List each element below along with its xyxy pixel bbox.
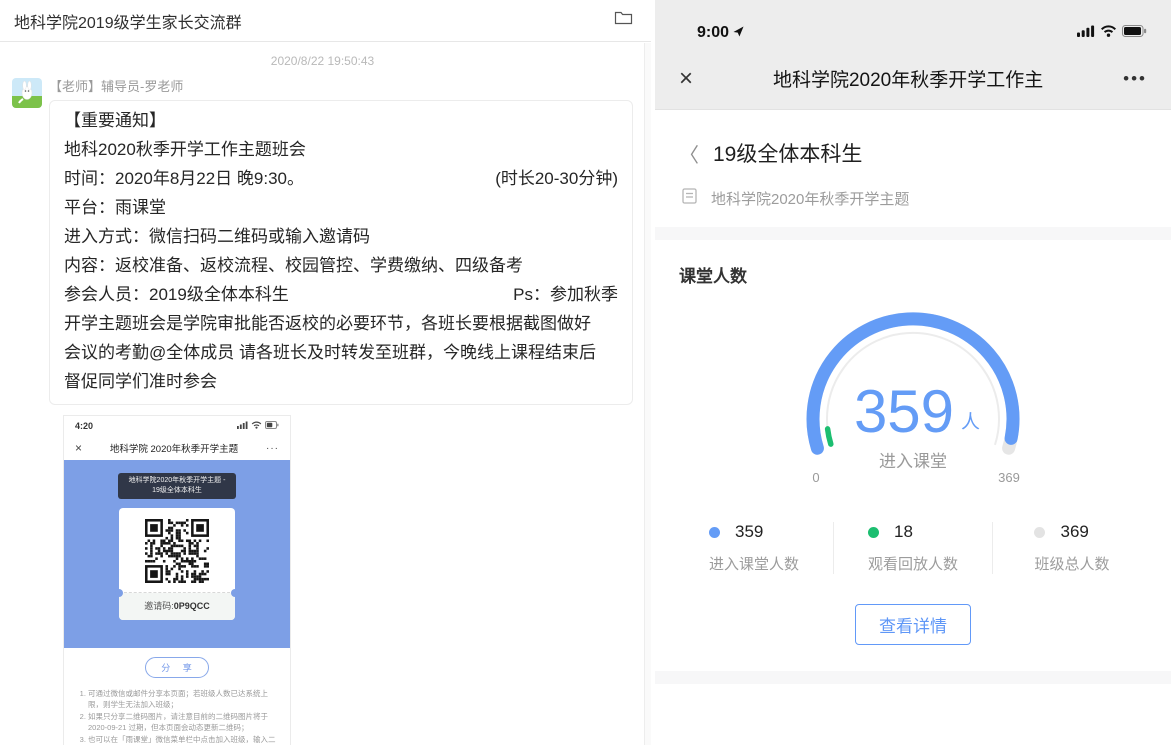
stat-replay-value: 18 <box>894 522 913 542</box>
chat-scrollbar[interactable] <box>644 43 651 745</box>
message-row: 【老师】辅导员-罗老师 【重要通知】 地科2020秋季开学工作主题班会 时间：2… <box>12 76 633 745</box>
msg-line-platform: 平台：雨课堂 <box>64 193 618 222</box>
sender-avatar[interactable] <box>12 78 42 108</box>
embed-notes-list: 可通过微信或邮件分享本页面；若班级人数已达系统上限，则学生无法加入班级； 如果只… <box>88 688 278 745</box>
msg-attendees-right: Ps：参加秋季 <box>513 280 618 309</box>
embed-wifi-icon <box>251 421 262 431</box>
embedded-screenshot-image[interactable]: 4:20 <box>63 415 291 745</box>
note-item: 可通过微信或邮件分享本页面；若班级人数已达系统上限，则学生无法加入班级； <box>88 688 278 710</box>
message-bubble: 【重要通知】 地科2020秋季开学工作主题班会 时间：2020年8月22日 晚9… <box>49 100 633 405</box>
course-subtitle: 地科学院2020年秋季开学主题 <box>711 188 909 209</box>
embed-battery-icon <box>265 421 279 431</box>
embed-signal-icon <box>237 421 248 431</box>
section-title: 课堂人数 <box>655 240 1171 287</box>
msg-line-content: 内容：返校准备、返校流程、校园管控、学费缴纳、四级备考 <box>64 251 618 280</box>
signal-icon <box>1077 24 1095 42</box>
stat-total-value: 369 <box>1060 522 1088 542</box>
chat-group-title: 地科学院2019级学生家长交流群 <box>14 9 242 33</box>
message-timestamp: 2020/8/22 19:50:43 <box>12 54 633 68</box>
embed-nav-title: 地科学院 2020年秋季开学主题 <box>82 441 266 455</box>
msg-line-notice: 【重要通知】 <box>64 106 618 135</box>
status-bar: 9:00 <box>655 0 1171 48</box>
invite-code-value: 0P9QCC <box>174 601 210 611</box>
msg-line-attendees: 参会人员：2019级全体本科生 Ps：参加秋季 <box>64 280 618 309</box>
title-fade <box>1083 65 1113 92</box>
section-divider <box>655 227 1171 240</box>
embed-blue-section: 地科学院2020年秋季开学主题 - 19级全体本科生 邀请码:0P9QCC <box>64 460 290 648</box>
message-column: 【老师】辅导员-罗老师 【重要通知】 地科2020秋季开学工作主题班会 时间：2… <box>49 76 633 745</box>
gauge-min-label: 0 <box>812 470 819 485</box>
embed-status-time: 4:20 <box>75 421 93 431</box>
class-header-row[interactable]: 〈 19级全体本科生 <box>655 110 1171 168</box>
invite-code-label: 邀请码: <box>144 601 174 611</box>
embed-banner: 地科学院2020年秋季开学主题 - 19级全体本科生 <box>118 473 236 499</box>
battery-icon <box>1122 24 1147 42</box>
wifi-icon <box>1100 24 1117 42</box>
document-icon <box>682 188 697 209</box>
gauge-max-label: 369 <box>998 470 1020 485</box>
location-arrow-icon <box>733 24 744 42</box>
msg-line-para3: 督促同学们准时参会 <box>64 367 618 396</box>
stat-replay: 18 观看回放人数 <box>833 522 992 574</box>
msg-time-left: 时间：2020年8月22日 晚9:30。 <box>64 164 304 193</box>
status-time: 9:00 <box>697 24 729 42</box>
close-icon[interactable]: × <box>679 67 693 91</box>
embed-more-icon: ··· <box>266 443 279 454</box>
back-chevron-icon[interactable]: 〈 <box>679 139 699 168</box>
blue-dot-icon <box>709 527 720 538</box>
gauge-value-label: 进入课堂 <box>879 452 947 471</box>
sender-name: 【老师】辅导员-罗老师 <box>49 76 633 95</box>
gauge-progress-replay <box>828 429 831 444</box>
note-item: 如果只分享二维码图片，请注意目前的二维码图片将于 2020-09-21 过期，但… <box>88 711 278 733</box>
stats-row: 359 进入课堂人数 18 观看回放人数 369 班级总人数 <box>675 522 1151 574</box>
stat-replay-label: 观看回放人数 <box>868 553 958 574</box>
attendance-gauge: 359 人 进入课堂 0 369 <box>655 301 1171 486</box>
rain-classroom-panel: 9:00 × 地科学院2020年秋季开学工作主 ••• <box>655 0 1171 745</box>
msg-time-right: (时长20-30分钟) <box>495 164 618 193</box>
embed-status-bar: 4:20 <box>64 416 290 436</box>
stat-total-label: 班级总人数 <box>1034 553 1109 574</box>
msg-line-time: 时间：2020年8月22日 晚9:30。 (时长20-30分钟) <box>64 164 618 193</box>
gray-dot-icon <box>1034 527 1045 538</box>
gauge-value: 359 <box>854 378 954 445</box>
invite-code-row: 邀请码:0P9QCC <box>119 593 235 620</box>
qr-code <box>145 519 209 583</box>
msg-line-entry: 进入方式：微信扫码二维码或输入邀请码 <box>64 222 618 251</box>
stat-total: 369 班级总人数 <box>992 522 1151 574</box>
embed-close-icon: × <box>75 441 82 455</box>
stat-entered-label: 进入课堂人数 <box>709 553 799 574</box>
wechat-chat-window: 地科学院2019级学生家长交流群 2020/8/22 19:50:43 <box>0 0 651 745</box>
folder-icon[interactable] <box>614 10 633 31</box>
page-title: 地科学院2020年秋季开学工作主 <box>703 65 1113 92</box>
course-subtitle-row: 地科学院2020年秋季开学主题 <box>655 168 1171 227</box>
note-item: 也可以在「雨课堂」微信菜单栏中点击加入班级，输入二 <box>88 734 278 745</box>
class-name: 19级全体本科生 <box>713 138 862 168</box>
msg-attendees-left: 参会人员：2019级全体本科生 <box>64 280 289 309</box>
share-button: 分 享 <box>145 657 209 678</box>
msg-line-para2: 会议的考勤@全体成员 请各班长及时转发至班群，今晚线上课程结束后 <box>64 338 618 367</box>
embed-nav-bar: × 地科学院 2020年秋季开学主题 ··· <box>64 436 290 460</box>
bottom-divider <box>655 671 1171 684</box>
more-menu-icon[interactable]: ••• <box>1123 69 1147 89</box>
perforation-line <box>119 592 235 593</box>
chat-header: 地科学院2019级学生家长交流群 <box>0 0 651 42</box>
msg-line-para1: 开学主题班会是学院审批能否返校的必要环节，各班长要根据截图做好 <box>64 309 618 338</box>
stat-entered: 359 进入课堂人数 <box>675 522 833 574</box>
screenshot-root: 地科学院2019级学生家长交流群 2020/8/22 19:50:43 <box>0 0 1171 745</box>
nav-bar: × 地科学院2020年秋季开学工作主 ••• <box>655 48 1171 110</box>
gauge-value-unit: 人 <box>961 411 980 433</box>
chat-body: 2020/8/22 19:50:43 【老师】辅导员-罗老师 <box>0 42 651 745</box>
msg-line-subject: 地科2020秋季开学工作主题班会 <box>64 135 618 164</box>
embed-qr-card: 邀请码:0P9QCC <box>119 508 235 620</box>
embed-lower-section: 分 享 可通过微信或邮件分享本页面；若班级人数已达系统上限，则学生无法加入班级；… <box>64 648 290 745</box>
green-dot-icon <box>868 527 879 538</box>
view-details-button[interactable]: 查看详情 <box>855 604 971 645</box>
stat-entered-value: 359 <box>735 522 763 542</box>
